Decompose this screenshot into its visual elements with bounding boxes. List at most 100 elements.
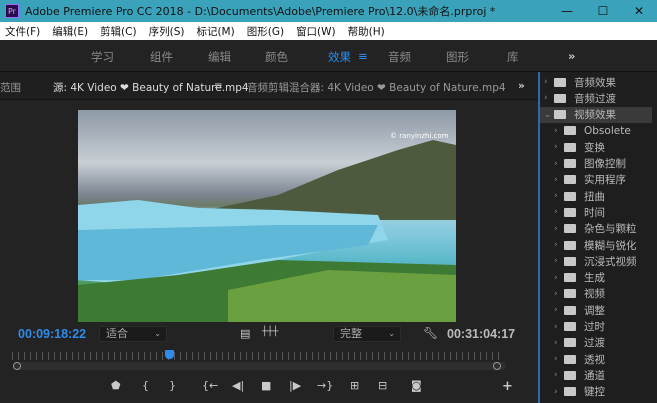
menu-marker[interactable]: 标记(M) [196, 24, 234, 39]
overwrite-icon[interactable]: ⊟ [378, 379, 387, 392]
menu-graphics[interactable]: 图形(G) [247, 24, 284, 39]
go-to-in-icon[interactable]: {← [202, 379, 218, 392]
effects-folder-item[interactable]: › 音频效果 [540, 74, 652, 90]
workspace-effects[interactable]: 效果 [328, 49, 351, 65]
folder-icon [564, 191, 576, 201]
effects-folder-item[interactable]: › 视频 [540, 286, 652, 302]
menu-edit[interactable]: 编辑(E) [52, 24, 88, 39]
chevron-right-icon[interactable]: › [554, 256, 564, 266]
scrollbar-right-handle[interactable] [493, 362, 501, 370]
scrollbar-left-handle[interactable] [13, 362, 21, 370]
chevron-right-icon[interactable]: › [554, 224, 564, 234]
export-frame-camera-icon[interactable]: ◙ [411, 379, 422, 392]
chevron-right-icon[interactable]: › [554, 322, 564, 332]
tab-scopes[interactable]: 范围 [0, 80, 21, 95]
folder-icon [564, 240, 576, 250]
chevron-right-icon[interactable]: › [554, 338, 564, 348]
effects-folder-item[interactable]: › 变换 [540, 139, 652, 155]
minimize-button[interactable]: — [549, 0, 585, 22]
effects-folder-item[interactable]: › 图像控制 [540, 156, 652, 172]
chevron-right-icon[interactable]: › [544, 77, 554, 87]
stop-icon[interactable]: ■ [261, 379, 271, 392]
chevron-right-icon[interactable]: › [554, 207, 564, 217]
effects-folder-item[interactable]: › Obsolete [540, 123, 652, 139]
effects-folder-item[interactable]: › 键控 [540, 384, 652, 400]
effects-folder-item[interactable]: › 通道 [540, 367, 652, 383]
workspace-libraries[interactable]: 库 [507, 49, 519, 65]
chevron-right-icon[interactable]: › [554, 354, 564, 364]
zoom-level-value: 适合 [106, 327, 128, 340]
effects-folder-item[interactable]: › 音频过渡 [540, 90, 652, 106]
button-editor-plus-icon[interactable]: + [502, 379, 513, 394]
chevron-right-icon[interactable]: › [554, 289, 564, 299]
go-to-out-icon[interactable]: →} [317, 379, 333, 392]
effects-folder-label: 变换 [584, 141, 605, 154]
workspace-audio[interactable]: 音频 [388, 49, 411, 65]
menu-help[interactable]: 帮助(H) [348, 24, 385, 39]
settings-wrench-icon[interactable]: 🔧︎ [423, 326, 438, 340]
playhead[interactable] [164, 350, 174, 359]
workspace-more-button[interactable]: » [568, 49, 575, 63]
effects-folder-item[interactable]: › 模糊与锐化 [540, 237, 652, 253]
drag-video-icon[interactable]: ▤ [240, 327, 250, 340]
workspace-menu-icon[interactable]: ≡ [358, 49, 368, 63]
effects-folder-item[interactable]: › 过渡 [540, 335, 652, 351]
workspace-assembly[interactable]: 组件 [150, 49, 173, 65]
zoom-level-select[interactable]: 适合 ⌄ [99, 326, 167, 342]
maximize-button[interactable]: ☐ [585, 0, 621, 22]
chevron-right-icon[interactable]: › [554, 370, 564, 380]
chevron-right-icon[interactable]: › [554, 126, 564, 136]
step-forward-icon[interactable]: |▶ [289, 379, 301, 392]
chevron-right-icon[interactable]: › [554, 175, 564, 185]
effects-folder-item[interactable]: › 时间 [540, 204, 652, 220]
effects-folder-label: 模糊与锐化 [584, 239, 637, 252]
effects-folder-label: 音频过渡 [574, 92, 616, 105]
folder-icon [564, 338, 576, 348]
chevron-right-icon[interactable]: › [554, 305, 564, 315]
folder-icon [564, 305, 576, 315]
mark-in-icon[interactable]: { [142, 379, 149, 392]
workspace-graphics[interactable]: 图形 [446, 49, 469, 65]
effects-folder-item[interactable]: › 过时 [540, 319, 652, 335]
folder-icon [564, 370, 576, 380]
current-timecode[interactable]: 00:09:18:22 [18, 327, 86, 341]
tab-audio-clip-mixer[interactable]: 音频剪辑混合器: 4K Video ❤ Beauty of Nature.mp4 [247, 80, 506, 95]
effects-folder-item[interactable]: › 调整 [540, 302, 652, 318]
chevron-right-icon[interactable]: › [554, 191, 564, 201]
menu-clip[interactable]: 剪辑(C) [100, 24, 137, 39]
chevron-right-icon[interactable]: › [554, 240, 564, 250]
menu-file[interactable]: 文件(F) [5, 24, 40, 39]
mark-out-icon[interactable]: } [169, 379, 176, 392]
workspace-learn[interactable]: 学习 [91, 49, 114, 65]
chevron-right-icon[interactable]: › [554, 387, 564, 397]
effects-folder-item[interactable]: › 透视 [540, 351, 652, 367]
menu-window[interactable]: 窗口(W) [296, 24, 336, 39]
time-ruler[interactable] [12, 352, 504, 360]
effects-folder-item[interactable]: › 沉浸式视频 [540, 253, 652, 269]
effects-folder-label: 扭曲 [584, 190, 605, 203]
tab-more-button[interactable]: » [518, 80, 525, 92]
effects-folder-item[interactable]: › 杂色与颗粒 [540, 221, 652, 237]
effects-folder-item[interactable]: › 实用程序 [540, 172, 652, 188]
add-marker-icon[interactable]: ⬟ [111, 379, 121, 392]
folder-icon [564, 354, 576, 364]
effects-folder-label: 沉浸式视频 [584, 255, 637, 268]
chevron-right-icon[interactable]: › [554, 159, 564, 169]
effects-folder-item[interactable]: › 生成 [540, 270, 652, 286]
chevron-right-icon[interactable]: › [554, 273, 564, 283]
workspace-editing[interactable]: 编辑 [208, 49, 231, 65]
menu-sequence[interactable]: 序列(S) [149, 24, 185, 39]
step-back-icon[interactable]: ◀| [232, 379, 244, 392]
effects-folder-item[interactable]: › 扭曲 [540, 188, 652, 204]
insert-icon[interactable]: ⊞ [350, 379, 359, 392]
chevron-down-icon[interactable]: ⌄ [544, 110, 554, 120]
playback-resolution-select[interactable]: 完整 ⌄ [333, 326, 401, 342]
drag-audio-icon[interactable]: ┼┼┼ [262, 327, 278, 337]
workspace-color[interactable]: 颜色 [265, 49, 288, 65]
chevron-right-icon[interactable]: › [544, 93, 554, 103]
chevron-right-icon[interactable]: › [554, 142, 564, 152]
zoom-scrollbar[interactable] [14, 362, 506, 370]
close-button[interactable]: ✕ [621, 0, 657, 22]
effects-folder-item[interactable]: ⌄ 视频效果 [540, 106, 652, 123]
tab-menu-icon[interactable]: ≡ [214, 80, 223, 92]
